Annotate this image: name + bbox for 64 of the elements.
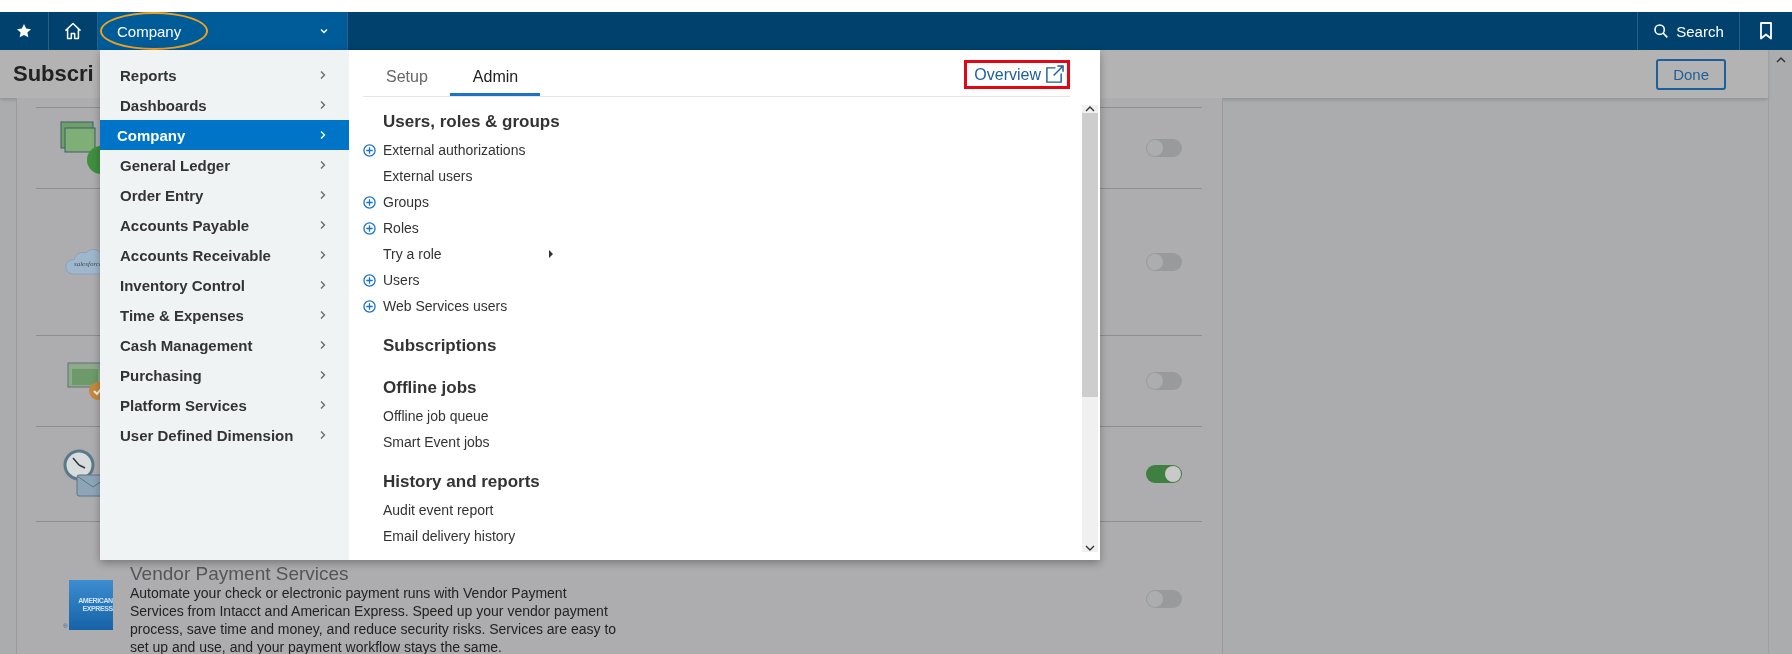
chevron-right-icon bbox=[319, 430, 327, 440]
menu-category[interactable]: Platform Services bbox=[100, 390, 349, 420]
menu-category[interactable]: Order Entry bbox=[100, 180, 349, 210]
page-title: Subscri bbox=[13, 61, 94, 87]
section-heading: History and reports bbox=[383, 471, 540, 493]
menu-category[interactable]: Reports bbox=[100, 60, 349, 90]
menu-link[interactable]: Try a role bbox=[383, 246, 548, 262]
chevron-right-icon bbox=[319, 70, 327, 80]
chevron-right-icon bbox=[319, 220, 327, 230]
add-icon[interactable] bbox=[363, 273, 376, 287]
search-icon bbox=[1653, 23, 1670, 39]
home-icon bbox=[63, 21, 83, 41]
chevron-right-icon bbox=[319, 280, 327, 290]
menu-tab[interactable]: Admin bbox=[449, 50, 541, 96]
chevron-right-icon bbox=[319, 190, 327, 200]
chevron-right-icon bbox=[319, 250, 327, 260]
chevron-right-icon bbox=[319, 100, 327, 110]
menu-category[interactable]: User Defined Dimension bbox=[100, 420, 349, 450]
menu-category[interactable]: General Ledger bbox=[100, 150, 349, 180]
menu-category[interactable]: Cash Management bbox=[100, 330, 349, 360]
subscription-title: Vendor Payment Services bbox=[130, 564, 350, 584]
menu-link[interactable]: External authorizations bbox=[383, 142, 526, 158]
chevron-right-icon bbox=[319, 310, 327, 320]
menu-category[interactable]: Accounts Payable bbox=[100, 210, 349, 240]
menu-category[interactable]: Purchasing bbox=[100, 360, 349, 390]
external-link-icon bbox=[1045, 65, 1064, 84]
chevron-right-icon bbox=[319, 370, 327, 380]
menu-link[interactable]: Smart Event jobs bbox=[383, 434, 490, 450]
menu-link[interactable]: Web Services users bbox=[383, 298, 508, 314]
menu-link[interactable]: Groups bbox=[383, 194, 429, 210]
add-icon[interactable] bbox=[363, 195, 376, 209]
menu-link[interactable]: Email delivery history bbox=[383, 528, 516, 544]
section-heading: Offline jobs bbox=[383, 377, 477, 399]
menu-category[interactable]: Inventory Control bbox=[100, 270, 349, 300]
chevron-right-icon bbox=[319, 160, 327, 170]
chevron-right-icon bbox=[319, 400, 327, 410]
menu-category[interactable]: Time & Expenses bbox=[100, 300, 349, 330]
menu-category[interactable]: Accounts Receivable bbox=[100, 240, 349, 270]
menu-category[interactable]: Company bbox=[100, 120, 349, 150]
subscription-description: Automate your check or electronic payment runs with Vendor Payment Services from Intacct and American Express. Speed up your vendor payment process, save time and money, and reduce security risks. Services are easy to set up and use, and your payment workflow stays the same. bbox=[130, 584, 618, 654]
add-icon[interactable] bbox=[363, 299, 376, 313]
chevron-right-icon bbox=[319, 340, 327, 350]
scroll-down-icon bbox=[1085, 544, 1095, 552]
section-heading: Subscriptions bbox=[383, 335, 497, 357]
bookmark-icon bbox=[1759, 22, 1773, 40]
menu-link[interactable]: Users bbox=[383, 272, 420, 288]
menu-link[interactable]: External users bbox=[383, 168, 473, 184]
toggle-switch[interactable] bbox=[1146, 465, 1182, 483]
chevron-down-icon bbox=[319, 26, 329, 36]
company-dropdown[interactable]: Company bbox=[98, 12, 348, 50]
menu-category[interactable]: Dashboards bbox=[100, 90, 349, 120]
add-icon[interactable] bbox=[363, 143, 376, 157]
menu-scrollbar[interactable] bbox=[1082, 105, 1098, 552]
menu-tab[interactable]: Setup bbox=[363, 50, 450, 96]
menu-link[interactable]: Audit event report bbox=[383, 502, 494, 518]
section-heading: Users, roles & groups bbox=[383, 111, 560, 133]
menu-link[interactable]: Roles bbox=[383, 220, 419, 236]
overview-link[interactable]: Overview bbox=[974, 65, 1064, 84]
scroll-up-icon bbox=[1775, 56, 1786, 64]
chevron-right-icon bbox=[319, 130, 327, 140]
menu-link[interactable]: Offline job queue bbox=[383, 408, 489, 424]
scroll-up-icon bbox=[1085, 105, 1095, 113]
star-icon bbox=[16, 23, 32, 39]
add-icon[interactable] bbox=[363, 221, 376, 235]
